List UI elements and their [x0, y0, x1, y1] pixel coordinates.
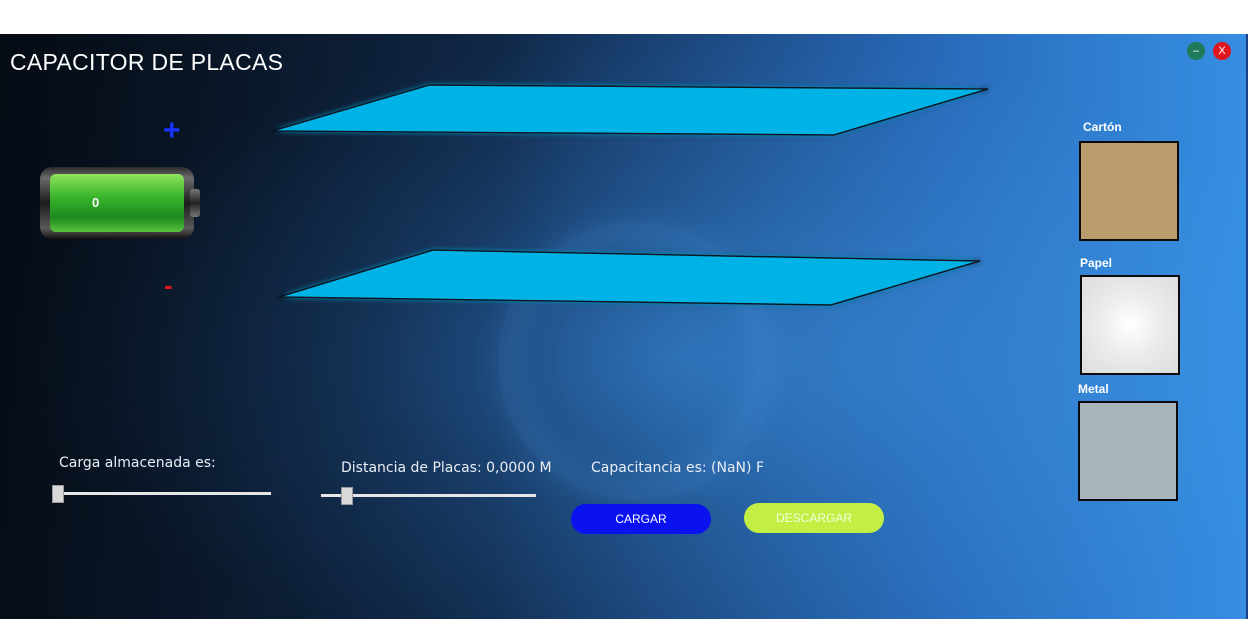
bottom-plate [278, 249, 981, 306]
close-button[interactable]: X [1213, 42, 1231, 60]
capacitor-window: CAPACITOR DE PLACAS – X + - 0 Cartón Pap… [0, 34, 1248, 619]
material-label-carton: Cartón [1083, 120, 1122, 134]
material-swatch-carton[interactable] [1079, 141, 1179, 241]
charge-slider[interactable] [52, 492, 271, 495]
battery-value: 0 [92, 195, 100, 210]
charge-label: Carga almacenada es: [59, 455, 216, 471]
top-plate [271, 84, 989, 136]
descargar-button[interactable]: DESCARGAR [744, 503, 884, 533]
minimize-button[interactable]: – [1187, 42, 1205, 60]
material-swatch-metal[interactable] [1078, 401, 1178, 501]
distance-slider-thumb[interactable] [341, 487, 354, 505]
distance-label: Distancia de Placas: 0,0000 M [341, 460, 552, 476]
material-label-metal: Metal [1078, 382, 1109, 396]
window-title: CAPACITOR DE PLACAS [10, 49, 284, 75]
battery-cap [190, 189, 200, 217]
material-swatch-papel[interactable] [1080, 275, 1180, 375]
battery-fill [50, 174, 184, 232]
positive-terminal-icon: + [163, 114, 181, 147]
battery-icon: 0 [40, 167, 200, 241]
negative-terminal-icon: - [164, 270, 173, 300]
capacitance-label: Capacitancia es: (NaN) F [591, 460, 764, 476]
charge-slider-thumb[interactable] [52, 485, 64, 503]
top-strip [0, 0, 1254, 34]
cargar-button[interactable]: CARGAR [571, 504, 711, 534]
material-label-papel: Papel [1080, 256, 1113, 270]
